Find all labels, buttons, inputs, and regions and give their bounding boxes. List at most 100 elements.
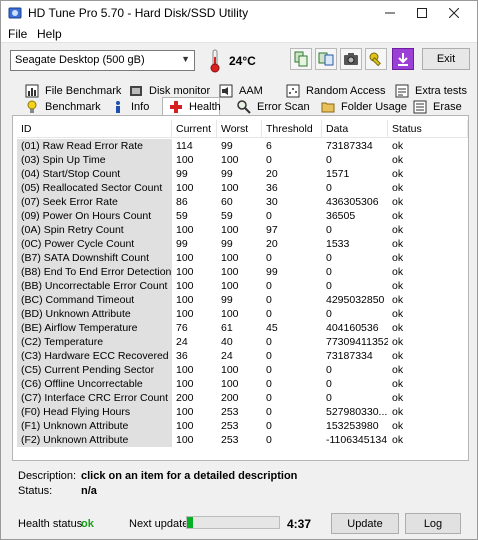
table-row[interactable]: (C3) Hardware ECC Recovered 36 24 0 73187334… xyxy=(17,349,468,363)
cell-status: ok xyxy=(392,168,404,180)
cell-current: 100 xyxy=(176,280,194,292)
column-header-current[interactable]: Current xyxy=(172,120,217,138)
cell-worst: 100 xyxy=(221,308,239,320)
tab-error-scan[interactable]: Error Scan xyxy=(237,99,310,115)
cell-data: 0 xyxy=(326,280,332,292)
cell-current: 100 xyxy=(176,308,194,320)
log-button[interactable]: Log xyxy=(405,513,461,534)
copy-screenshot-button[interactable] xyxy=(315,48,337,70)
cell-id: (C7) Interface CRC Error Count xyxy=(17,391,172,405)
menu-file[interactable]: File xyxy=(8,27,27,41)
cell-current: 100 xyxy=(176,364,194,376)
options-button[interactable] xyxy=(365,48,387,70)
copy-text-button[interactable] xyxy=(290,48,312,70)
cell-data: 4295032850 xyxy=(326,294,385,306)
cell-id: (F0) Head Flying Hours xyxy=(17,405,172,419)
title-bar: HD Tune Pro 5.70 - Hard Disk/SSD Utility xyxy=(1,1,477,25)
table-row[interactable]: (C5) Current Pending Sector 100 100 0 0 ok xyxy=(17,363,468,377)
cell-threshold: 0 xyxy=(266,280,272,292)
tab-label: Info xyxy=(131,101,150,113)
cell-id: (C3) Hardware ECC Recovered xyxy=(17,349,172,363)
table-row[interactable]: (03) Spin Up Time 100 100 0 0 ok xyxy=(17,153,468,167)
tab-file-benchmark[interactable]: File Benchmark xyxy=(25,83,121,99)
table-row[interactable]: (C6) Offline Uncorrectable 100 100 0 0 ok xyxy=(17,377,468,391)
table-row[interactable]: (0A) Spin Retry Count 100 100 97 0 ok xyxy=(17,223,468,237)
tab-aam[interactable]: AAM xyxy=(219,83,263,99)
app-window: HD Tune Pro 5.70 - Hard Disk/SSD Utility… xyxy=(0,0,478,540)
table-row[interactable]: (B8) End To End Error Detection 100 100 99 0… xyxy=(17,265,468,279)
column-header-data[interactable]: Data xyxy=(322,120,388,138)
cell-threshold: 0 xyxy=(266,294,272,306)
screenshot-button[interactable] xyxy=(340,48,362,70)
cell-status: ok xyxy=(392,140,404,152)
cell-id: (09) Power On Hours Count xyxy=(17,209,172,223)
table-row[interactable]: (BE) Airflow Temperature 76 61 45 404160536 o… xyxy=(17,321,468,335)
exit-button[interactable]: Exit xyxy=(422,48,470,70)
cell-worst: 100 xyxy=(221,182,239,194)
close-icon[interactable] xyxy=(439,3,469,23)
cell-id: (BC) Command Timeout xyxy=(17,293,172,307)
tab-health[interactable]: Health xyxy=(162,97,221,116)
table-row[interactable]: (01) Raw Read Error Rate 114 99 6 73187334 ok xyxy=(17,139,468,153)
thermometer-icon xyxy=(210,49,220,73)
cell-worst: 60 xyxy=(221,196,233,208)
cell-data: 73187334 xyxy=(326,140,373,152)
tab-label: Error Scan xyxy=(257,101,310,113)
cell-id: (BD) Unknown Attribute xyxy=(17,307,172,321)
camera-icon xyxy=(344,53,358,65)
column-header-status[interactable]: Status xyxy=(388,120,468,138)
cell-status: ok xyxy=(392,294,404,306)
table-row[interactable]: (C2) Temperature 24 40 0 77309411352 ok xyxy=(17,335,468,349)
info-icon xyxy=(111,100,125,114)
cell-data: 0 xyxy=(326,224,332,236)
tab-random-access[interactable]: Random Access xyxy=(286,83,385,99)
table-row[interactable]: (C7) Interface CRC Error Count 200 200 0 0 ok xyxy=(17,391,468,405)
cell-current: 100 xyxy=(176,252,194,264)
cell-data: 1571 xyxy=(326,168,350,180)
cell-worst: 100 xyxy=(221,280,239,292)
tab-label: Folder Usage xyxy=(341,101,408,113)
drive-select[interactable]: Seagate Desktop (500 gB) ▼ xyxy=(10,50,195,71)
table-row[interactable]: (05) Reallocated Sector Count 100 100 36 0 ok xyxy=(17,181,468,195)
save-button[interactable] xyxy=(392,48,414,70)
cell-status: ok xyxy=(392,308,404,320)
cell-status: ok xyxy=(392,420,404,432)
table-row[interactable]: (BD) Unknown Attribute 100 100 0 0 ok xyxy=(17,307,468,321)
table-row[interactable]: (F0) Head Flying Hours 100 253 0 527980330..… xyxy=(17,405,468,419)
table-row[interactable]: (09) Power On Hours Count 59 59 0 36505 ok xyxy=(17,209,468,223)
tab-info[interactable]: Info xyxy=(111,99,149,115)
next-update-label: Next update: xyxy=(129,518,192,530)
table-row[interactable]: (BB) Uncorrectable Error Count 100 100 0 0 ok xyxy=(17,279,468,293)
cell-data: 0 xyxy=(326,266,332,278)
tab-benchmark[interactable]: Benchmark xyxy=(25,99,101,115)
cell-data: 0 xyxy=(326,154,332,166)
cell-id: (F1) Unknown Attribute xyxy=(17,419,172,433)
cell-current: 36 xyxy=(176,350,188,362)
table-row[interactable]: (B7) SATA Downshift Count 100 100 0 0 ok xyxy=(17,251,468,265)
download-arrow-icon xyxy=(398,53,408,66)
cell-current: 200 xyxy=(176,392,194,404)
cell-data: 0 xyxy=(326,364,332,376)
table-row[interactable]: (F1) Unknown Attribute 100 253 0 153253980 ok xyxy=(17,419,468,433)
menu-help[interactable]: Help xyxy=(37,27,62,41)
tab-erase[interactable]: Erase xyxy=(413,99,462,115)
update-button[interactable]: Update xyxy=(331,513,399,534)
table-row[interactable]: (04) Start/Stop Count 99 99 20 1571 ok xyxy=(17,167,468,181)
table-row[interactable]: (F2) Unknown Attribute 100 253 0 -1106345134… xyxy=(17,433,468,447)
cell-id: (C5) Current Pending Sector xyxy=(17,363,172,377)
column-header-threshold[interactable]: Threshold xyxy=(262,120,322,138)
table-row[interactable]: (BC) Command Timeout 100 99 0 4295032850 ok xyxy=(17,293,468,307)
cell-data: 0 xyxy=(326,392,332,404)
cell-data: 436305306 xyxy=(326,196,379,208)
table-row[interactable]: (07) Seek Error Rate 86 60 30 436305306 ok xyxy=(17,195,468,209)
table-row[interactable]: (0C) Power Cycle Count 99 99 20 1533 ok xyxy=(17,237,468,251)
column-header-worst[interactable]: Worst xyxy=(217,120,262,138)
tab-extra-tests[interactable]: Extra tests xyxy=(395,83,467,99)
magnifier-icon xyxy=(237,100,251,114)
tab-folder-usage[interactable]: Folder Usage xyxy=(321,99,407,115)
cell-threshold: 0 xyxy=(266,210,272,222)
minimize-icon[interactable] xyxy=(375,3,405,23)
cell-data: 153253980 xyxy=(326,420,379,432)
column-header-id[interactable]: ID xyxy=(17,120,172,138)
maximize-icon[interactable] xyxy=(407,3,437,23)
